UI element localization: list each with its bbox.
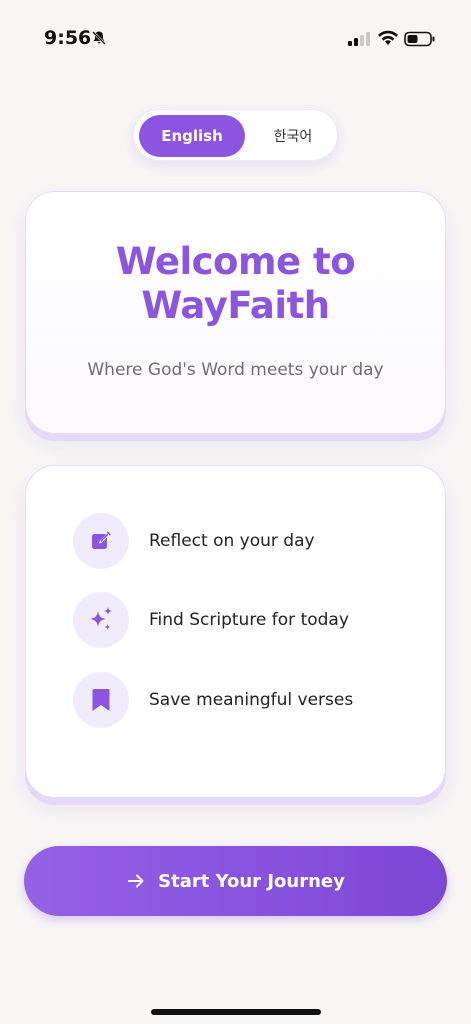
start-journey-button[interactable]: Start Your Journey [24,846,447,916]
sparkles-icon [73,592,129,648]
welcome-title-line1: Welcome to [115,240,356,283]
feature-save: Save meaningful verses [73,672,413,728]
start-journey-label: Start Your Journey [158,870,345,892]
feature-label: Reflect on your day [149,531,315,551]
language-option-korean[interactable]: 한국어 [254,115,332,157]
language-option-english[interactable]: English [139,115,245,157]
welcome-subtitle: Where God's Word meets your day [87,360,384,380]
welcome-card: Welcome to WayFaith Where God's Word mee… [25,191,446,434]
welcome-title: Welcome to WayFaith [26,240,445,328]
language-toggle: English 한국어 [133,109,338,161]
feature-label: Save meaningful verses [149,690,354,710]
edit-note-icon [73,513,129,569]
bell-slash-icon [91,30,107,51]
status-bar: 9:56 [0,0,471,70]
feature-reflect: Reflect on your day [73,513,413,569]
home-indicator[interactable] [151,1009,321,1015]
feature-label: Find Scripture for today [149,610,349,630]
feature-scripture: Find Scripture for today [73,592,413,648]
wifi-icon [377,30,399,51]
signal-icon [348,31,372,52]
bookmark-icon [73,672,129,728]
arrow-right-icon [126,871,146,891]
features-card: Reflect on your day Find Scripture for t… [25,465,446,798]
app-name: WayFaith [141,284,330,327]
status-time: 9:56 [44,27,92,49]
battery-icon [404,31,436,52]
